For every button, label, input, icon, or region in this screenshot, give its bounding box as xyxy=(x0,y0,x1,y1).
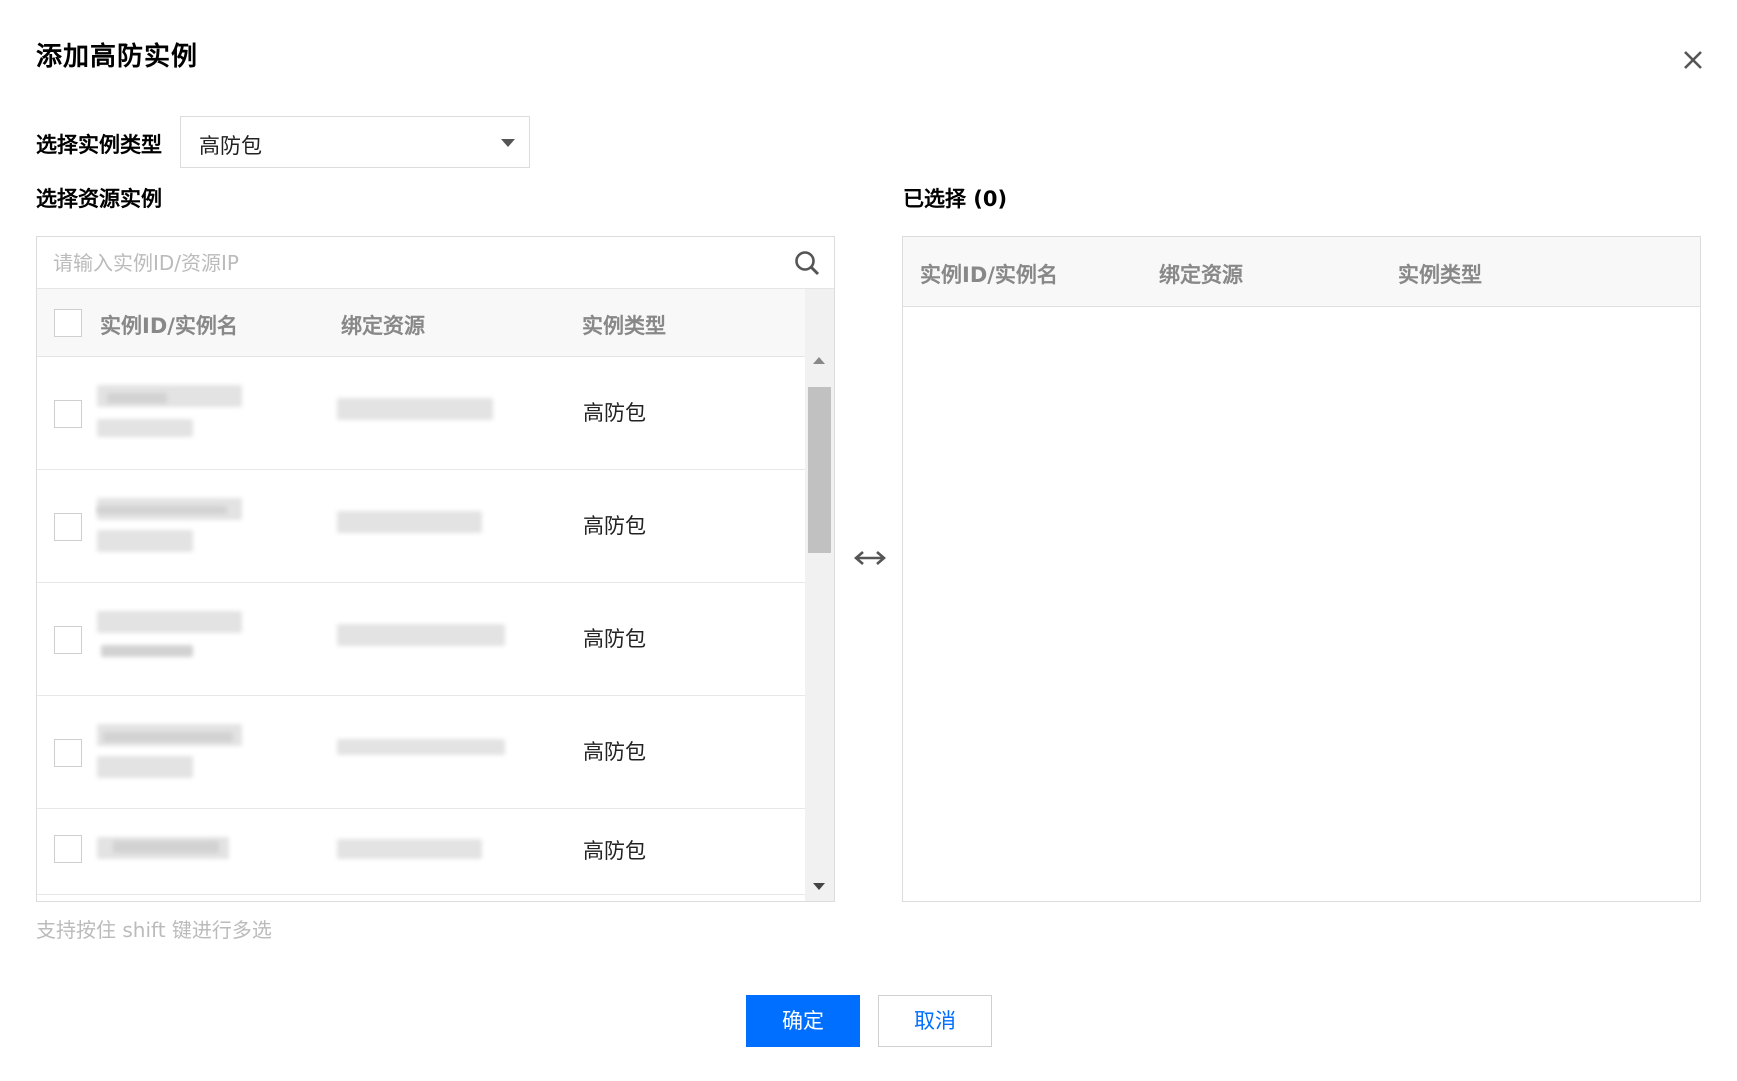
add-instance-dialog: 添加高防实例 选择实例类型 高防包 选择资源实例 已选择 (0) 实例ID/实例… xyxy=(0,0,1737,1081)
selected-count-label: 已选择 (0) xyxy=(903,187,1008,211)
instance-list: 高防包 高防包 高防包 高防包 高防包 xyxy=(37,357,805,901)
search-icon[interactable] xyxy=(793,249,821,277)
swap-arrow-icon xyxy=(854,551,886,565)
bound-resource-redacted xyxy=(337,839,482,859)
table-header: 实例ID/实例名 绑定资源 实例类型 xyxy=(37,289,805,357)
bound-resource-redacted xyxy=(337,511,482,533)
table-row[interactable]: 高防包 xyxy=(37,809,805,895)
selected-column-instance-id: 实例ID/实例名 xyxy=(920,263,1058,287)
redaction-mark xyxy=(107,393,167,403)
bound-resource-redacted xyxy=(337,624,505,646)
instance-name-redacted xyxy=(97,530,193,552)
close-icon[interactable] xyxy=(1675,42,1711,78)
dialog-title: 添加高防实例 xyxy=(36,42,199,72)
selected-column-bound-resource: 绑定资源 xyxy=(1159,263,1243,287)
table-row[interactable]: 高防包 xyxy=(37,696,805,809)
redaction-mark xyxy=(97,506,227,514)
instance-name-redacted xyxy=(97,756,193,778)
table-row[interactable]: 高防包 xyxy=(37,470,805,583)
source-instance-panel: 实例ID/实例名 绑定资源 实例类型 高防包 高防包 xyxy=(36,236,835,902)
instance-type-value: 高防包 xyxy=(199,134,262,158)
instance-name-redacted xyxy=(101,645,193,657)
selected-column-instance-type: 实例类型 xyxy=(1398,263,1482,287)
confirm-button[interactable]: 确定 xyxy=(746,995,860,1047)
table-row[interactable]: 高防包 xyxy=(37,357,805,470)
search-bar xyxy=(37,237,834,289)
instance-type-label: 选择实例类型 xyxy=(36,133,162,157)
instance-type-cell: 高防包 xyxy=(583,740,646,764)
redaction-mark xyxy=(103,732,233,742)
instance-name-redacted xyxy=(97,419,193,437)
row-checkbox[interactable] xyxy=(54,835,82,863)
chevron-down-icon xyxy=(501,139,515,147)
column-header-bound-resource: 绑定资源 xyxy=(341,314,425,338)
redaction-mark xyxy=(113,841,219,853)
instance-type-cell: 高防包 xyxy=(583,514,646,538)
instance-type-select[interactable]: 高防包 xyxy=(180,116,530,168)
row-checkbox[interactable] xyxy=(54,513,82,541)
row-checkbox[interactable] xyxy=(54,400,82,428)
scroll-down-arrow-icon[interactable] xyxy=(813,883,825,890)
instance-type-cell: 高防包 xyxy=(583,401,646,425)
row-checkbox[interactable] xyxy=(54,739,82,767)
instance-id-redacted xyxy=(97,611,242,633)
instance-type-cell: 高防包 xyxy=(583,839,646,863)
selected-instance-panel: 实例ID/实例名 绑定资源 实例类型 xyxy=(902,236,1701,902)
search-input[interactable] xyxy=(51,245,775,281)
source-instance-label: 选择资源实例 xyxy=(36,187,162,211)
selected-table-header: 实例ID/实例名 绑定资源 实例类型 xyxy=(903,237,1700,307)
list-scrollbar[interactable] xyxy=(805,289,834,901)
select-all-checkbox[interactable] xyxy=(54,309,82,337)
multi-select-hint: 支持按住 shift 键进行多选 xyxy=(36,918,272,942)
row-checkbox[interactable] xyxy=(54,626,82,654)
scroll-up-arrow-icon[interactable] xyxy=(813,357,825,364)
bound-resource-redacted xyxy=(337,739,505,755)
column-header-instance-type: 实例类型 xyxy=(582,314,666,338)
instance-type-cell: 高防包 xyxy=(583,627,646,651)
cancel-button[interactable]: 取消 xyxy=(878,995,992,1047)
column-header-instance-id: 实例ID/实例名 xyxy=(100,314,238,338)
scrollbar-thumb[interactable] xyxy=(808,387,831,553)
table-row[interactable]: 高防包 xyxy=(37,583,805,696)
bound-resource-redacted xyxy=(337,398,493,420)
